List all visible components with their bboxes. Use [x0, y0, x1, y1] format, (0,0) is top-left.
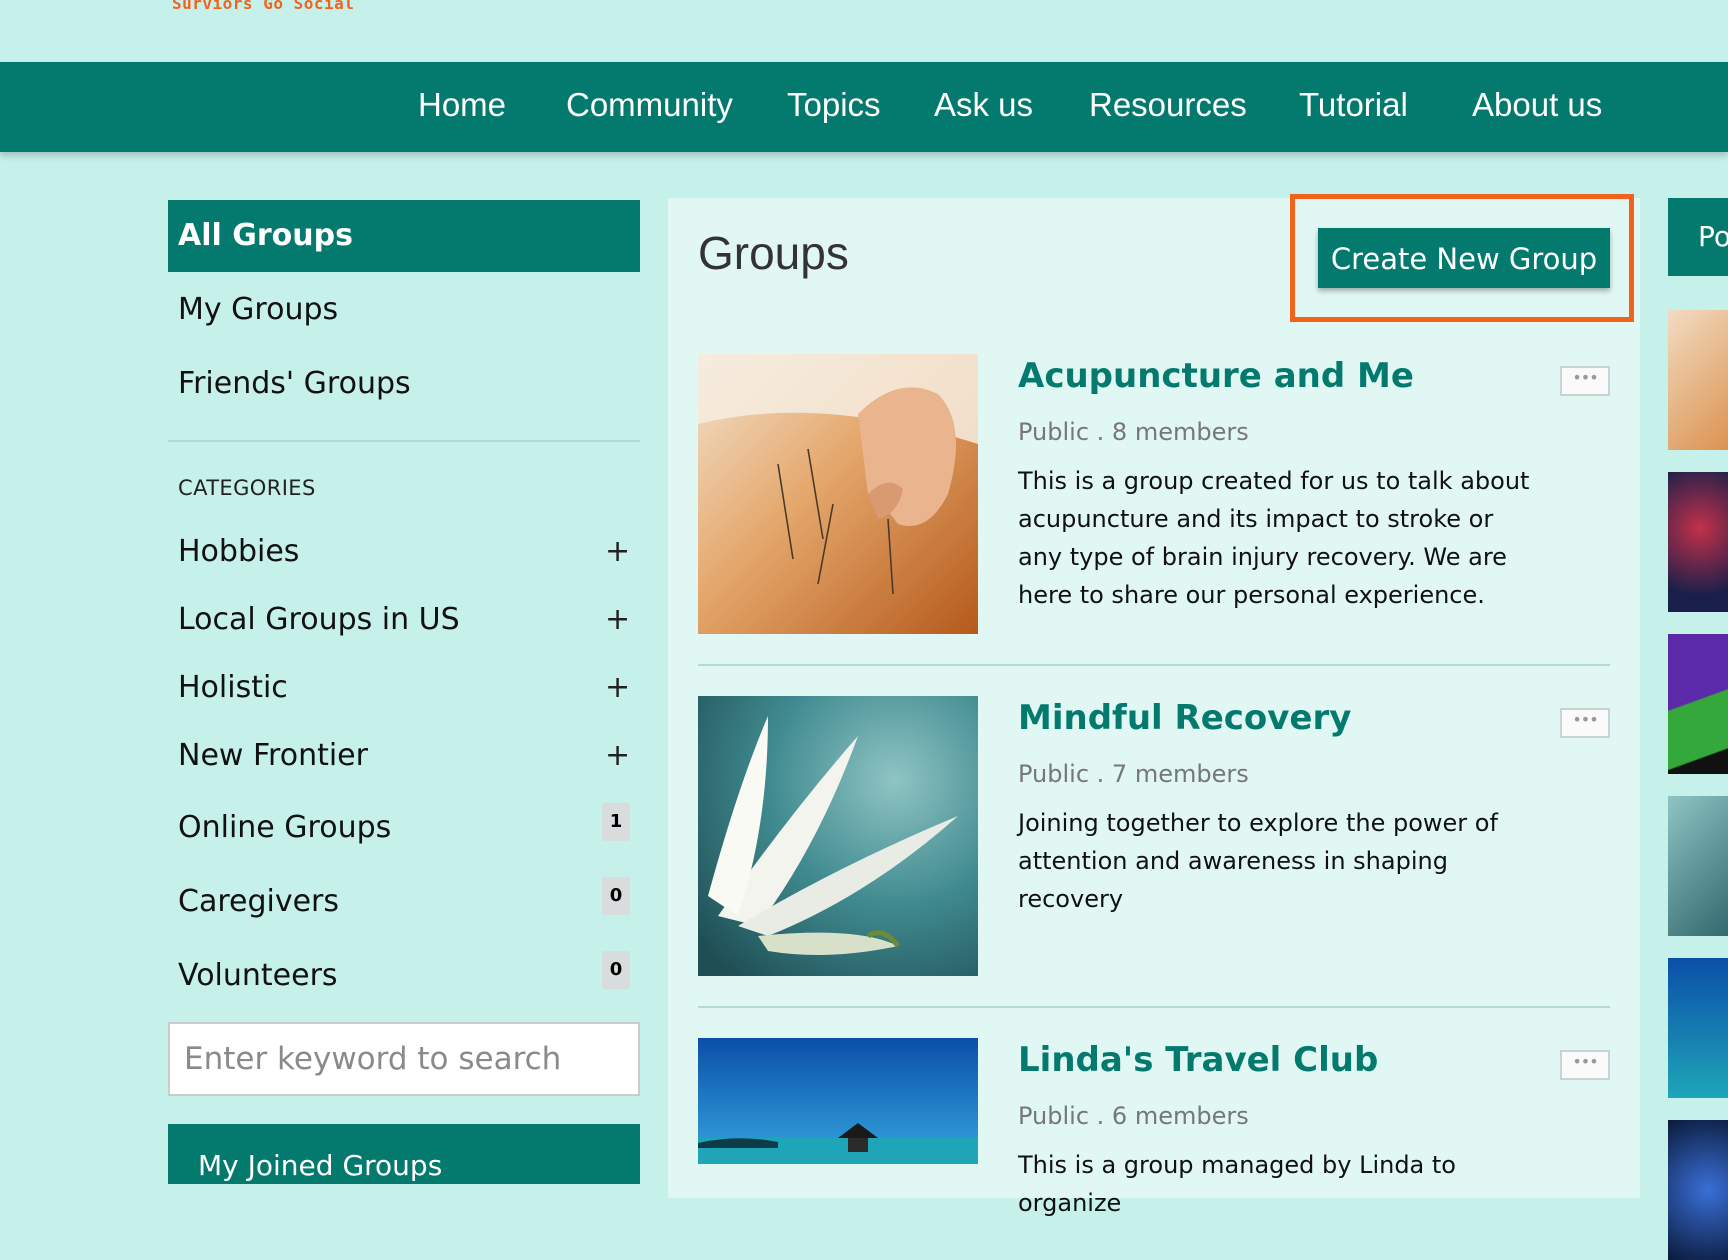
group-search-input[interactable]	[168, 1022, 640, 1096]
right-thumb-image[interactable]	[1668, 310, 1728, 450]
count-badge: 0	[602, 877, 630, 915]
tropical-beach-photo	[698, 1038, 978, 1164]
sidebar-divider	[168, 440, 640, 442]
right-thumb-image[interactable]	[1668, 472, 1728, 612]
right-thumb-image[interactable]	[1668, 1120, 1728, 1260]
expand-plus-icon[interactable]: +	[605, 534, 630, 569]
expand-plus-icon[interactable]: +	[605, 670, 630, 705]
page-title: Groups	[698, 227, 849, 279]
right-thumb-image[interactable]	[1668, 958, 1728, 1098]
sidebar-item-friends-groups[interactable]: Friends' Groups	[178, 366, 411, 401]
count-badge: 0	[602, 951, 630, 989]
expand-plus-icon[interactable]: +	[605, 738, 630, 773]
right-thumb-image[interactable]	[1668, 634, 1728, 774]
right-thumb-image[interactable]	[1668, 796, 1728, 936]
nav-tutorial[interactable]: Tutorial	[1299, 62, 1408, 152]
sidebar-item-my-groups[interactable]: My Groups	[178, 292, 338, 327]
category-hobbies[interactable]: Hobbies	[178, 534, 299, 569]
nav-community[interactable]: Community	[566, 62, 733, 152]
acupuncture-photo	[698, 354, 978, 634]
nav-resources[interactable]: Resources	[1089, 62, 1247, 152]
category-local-groups-in-us[interactable]: Local Groups in US	[178, 602, 460, 637]
category-online-groups[interactable]: Online Groups	[178, 810, 391, 845]
sidebar-item-all-groups[interactable]: All Groups	[168, 200, 640, 272]
group-description: This is a group created for us to talk a…	[1018, 467, 1530, 609]
group-image-acupuncture[interactable]	[698, 354, 978, 634]
nav-ask-us[interactable]: Ask us	[934, 62, 1033, 152]
group-row-divider	[698, 664, 1610, 666]
main-nav-bar: Home Community Topics Ask us Resources T…	[0, 62, 1728, 152]
right-column-header[interactable]: Po	[1668, 198, 1728, 276]
white-lily-photo	[698, 696, 978, 976]
group-title-link[interactable]: Acupuncture and Me	[1018, 356, 1414, 396]
category-caregivers[interactable]: Caregivers	[178, 884, 339, 919]
group-meta: Public . 7 members	[1018, 760, 1249, 788]
group-image-travel[interactable]	[698, 1038, 978, 1164]
ellipsis-icon[interactable]: •••	[1560, 708, 1610, 738]
expand-plus-icon[interactable]: +	[605, 602, 630, 637]
create-new-group-button[interactable]: Create New Group	[1318, 228, 1610, 288]
count-badge: 1	[602, 803, 630, 841]
group-description: Joining together to explore the power of…	[1018, 809, 1498, 913]
category-volunteers[interactable]: Volunteers	[178, 958, 338, 993]
group-meta: Public . 6 members	[1018, 1102, 1249, 1130]
ellipsis-icon[interactable]: •••	[1560, 1050, 1610, 1080]
group-row-divider	[698, 1006, 1610, 1008]
category-new-frontier[interactable]: New Frontier	[178, 738, 368, 773]
group-image-mindful[interactable]	[698, 696, 978, 976]
nav-home[interactable]: Home	[418, 62, 506, 152]
group-title-link[interactable]: Mindful Recovery	[1018, 698, 1351, 738]
group-title-link[interactable]: Linda's Travel Club	[1018, 1040, 1378, 1080]
ellipsis-icon[interactable]: •••	[1560, 366, 1610, 396]
group-meta: Public . 8 members	[1018, 418, 1249, 446]
nav-topics[interactable]: Topics	[787, 62, 881, 152]
categories-heading: CATEGORIES	[178, 476, 316, 500]
site-logo-text[interactable]: Surviors Go Social	[172, 0, 354, 13]
my-joined-groups-header[interactable]: My Joined Groups	[168, 1124, 640, 1184]
group-description: This is a group managed by Linda to orga…	[1018, 1151, 1456, 1217]
category-holistic[interactable]: Holistic	[178, 670, 288, 705]
nav-about-us[interactable]: About us	[1472, 62, 1602, 152]
